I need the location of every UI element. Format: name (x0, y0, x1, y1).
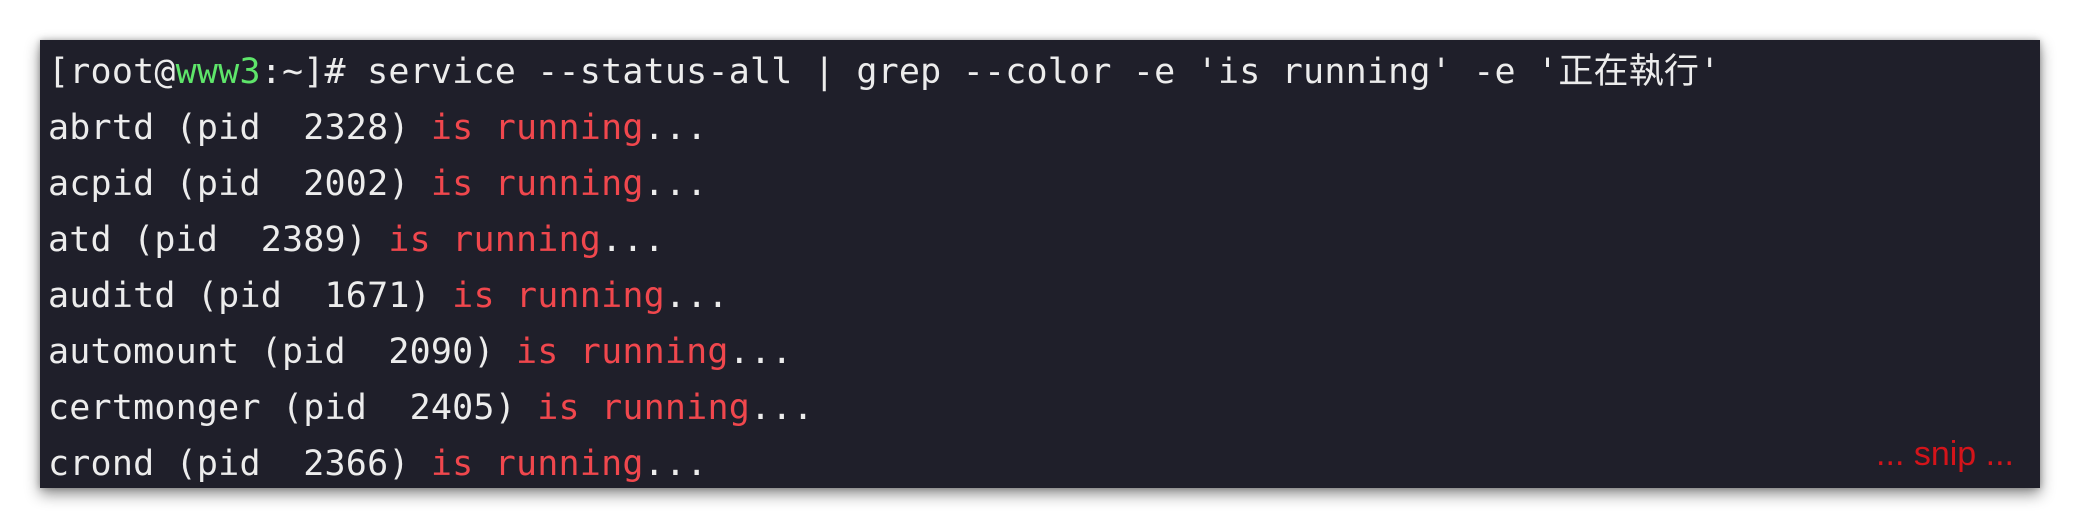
ellipsis: ... (643, 108, 708, 148)
output-line: acpid (pid 2002) is running... (48, 156, 2040, 212)
command-text: service --status-all | grep --color -e '… (367, 52, 1721, 92)
ellipsis: ... (728, 332, 793, 372)
service-info: automount (pid 2090) (48, 332, 516, 372)
service-info: abrtd (pid 2328) (48, 108, 431, 148)
grep-match: is running (430, 108, 644, 148)
prompt-open: [root@ (48, 52, 176, 92)
output-line: certmonger (pid 2405) is running... (48, 380, 2040, 436)
output-line: auditd (pid 1671) is running... (48, 268, 2040, 324)
service-info: certmonger (pid 2405) (48, 388, 538, 428)
service-info: crond (pid 2366) (48, 444, 431, 484)
ellipsis: ... (601, 220, 665, 260)
prompt-path: :~]# (260, 52, 368, 92)
snip-annotation: ... snip ... (1876, 435, 2014, 473)
grep-match: is running (430, 444, 644, 484)
service-info: atd (pid 2389) (48, 220, 389, 260)
ellipsis: ... (643, 164, 708, 204)
prompt-line: [root@www3:~]# service --status-all | gr… (48, 44, 2040, 100)
grep-match: is running (537, 388, 750, 428)
service-info: auditd (pid 1671) (48, 276, 453, 316)
output-line: crond (pid 2366) is running... (48, 436, 2040, 492)
grep-match: is running (452, 276, 665, 316)
terminal-window[interactable]: [root@www3:~]# service --status-all | gr… (40, 40, 2040, 488)
screenshot-canvas: [root@www3:~]# service --status-all | gr… (0, 0, 2080, 528)
output-line: abrtd (pid 2328) is running... (48, 100, 2040, 156)
grep-match: is running (515, 332, 729, 372)
service-info: acpid (pid 2002) (48, 164, 431, 204)
grep-match: is running (430, 164, 644, 204)
output-line: automount (pid 2090) is running... (48, 324, 2040, 380)
ellipsis: ... (643, 444, 708, 484)
ellipsis: ... (749, 388, 814, 428)
grep-match: is running (388, 220, 602, 260)
ellipsis: ... (664, 276, 729, 316)
prompt-hostname: www3 (175, 52, 261, 92)
output-line: atd (pid 2389) is running... (48, 212, 2040, 268)
